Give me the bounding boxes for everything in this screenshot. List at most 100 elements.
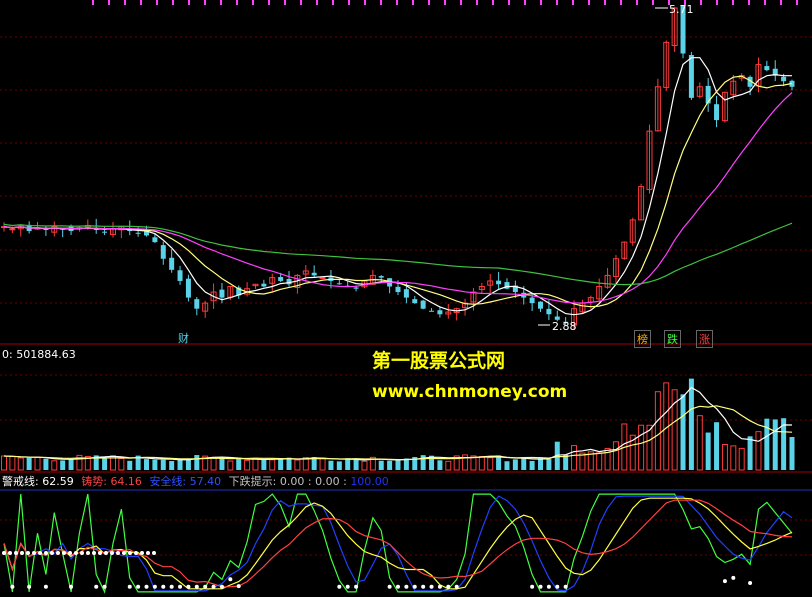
indicator-dot [32,551,36,555]
indicator-dot [169,584,174,589]
volume-bar [714,422,720,470]
indicator-dot [530,584,535,589]
volume-bar [1,455,7,471]
indicator-dot [228,577,233,582]
volume-bar [738,447,745,471]
candle [638,183,645,221]
volume-bar [789,437,795,470]
volume-bar [478,455,485,471]
indicator-dot [748,580,753,585]
top-tick [236,0,238,5]
candle [538,301,544,312]
volume-bar [654,391,661,471]
indicator-dot [69,584,74,589]
candle [646,124,653,194]
event-marker-die[interactable]: 跌 [664,330,681,348]
volume-bar [319,457,326,471]
indicator-green-line [3,493,793,594]
indicator-dot [178,584,183,589]
top-tick [492,0,494,5]
volume-bar [353,458,359,470]
top-tick [140,0,142,5]
volume-bar [345,458,351,470]
event-marker-bang[interactable]: 榜 [634,330,651,348]
volume-bar [269,459,276,471]
candle [764,60,770,72]
indicator-dot [136,584,141,589]
indicator-dot [127,584,132,589]
indicator-dot [68,551,72,555]
candle [654,78,661,132]
candle [453,307,460,321]
indicator-dot [10,584,15,589]
candle [118,225,125,239]
indicator-dot [116,551,120,555]
top-tick [588,0,590,5]
indicator-dot [20,551,24,555]
top-tick [188,0,190,5]
candle [604,268,611,289]
top-tick [636,0,638,5]
volume-bar [286,457,292,470]
candle [286,271,292,287]
candle [194,297,200,316]
chart-window[interactable]: 5.71 2.88 财 榜 跌 涨 0: 501884.63 警戒线: 62.5… [0,0,812,597]
volume-bar [51,460,58,471]
volume-bar [144,459,150,470]
candle [462,298,469,316]
anquan-label: 安全线: [149,475,187,488]
volume-bar [43,458,49,470]
top-tick [156,0,158,5]
top-tick [348,0,350,5]
candle [496,271,502,290]
indicator-dot [74,551,78,555]
chart-canvas[interactable] [0,0,812,597]
volume-bar [437,460,443,470]
indicator-dot [219,584,224,589]
top-tick [108,0,110,5]
xiadie-value-3: 100.00 [350,475,389,488]
indicator-lines [3,493,793,594]
volume-bar [236,458,242,470]
indicator-dot [2,551,6,555]
indicator-dot [86,551,90,555]
candle [109,221,116,238]
volume-bar [772,419,778,470]
top-tick [332,0,334,5]
volume-bar [336,461,342,470]
indicator-dot [538,584,543,589]
indicator-dot [396,584,400,589]
xiadie-sep: : [307,475,312,488]
low-price-label: 2.88 [552,320,577,333]
candle [202,300,209,318]
top-tick [92,0,94,5]
event-marker-zhang[interactable]: 涨 [696,330,713,348]
anquan-value: 57.40 [189,475,222,488]
volume-bar [721,443,728,471]
volume-bar [730,445,737,471]
volume-bar [387,460,393,470]
candle [43,225,49,236]
candle [311,265,317,277]
candle [612,255,619,285]
indicator-dot [337,584,342,589]
volume-bar [395,459,401,470]
volume-bar [529,460,535,470]
candle [177,265,183,285]
indicator-dot [50,551,54,555]
candle [412,295,418,304]
event-marker-cai[interactable]: 财 [176,330,191,346]
indicator-dot [404,584,409,589]
zhushi-label: 铸势: [81,475,107,488]
indicator-dot [146,551,150,555]
top-tick [716,0,718,5]
volume-label: 0: 501884.63 [2,348,76,361]
indicator-dot [134,551,138,555]
indicator-dot [345,584,350,589]
indicator-dot [161,584,166,589]
candle [705,78,711,112]
volume-bar [294,459,301,471]
top-tick [700,0,702,5]
jingjie-label: 警戒线: [2,475,39,488]
volume-bar [261,459,267,470]
